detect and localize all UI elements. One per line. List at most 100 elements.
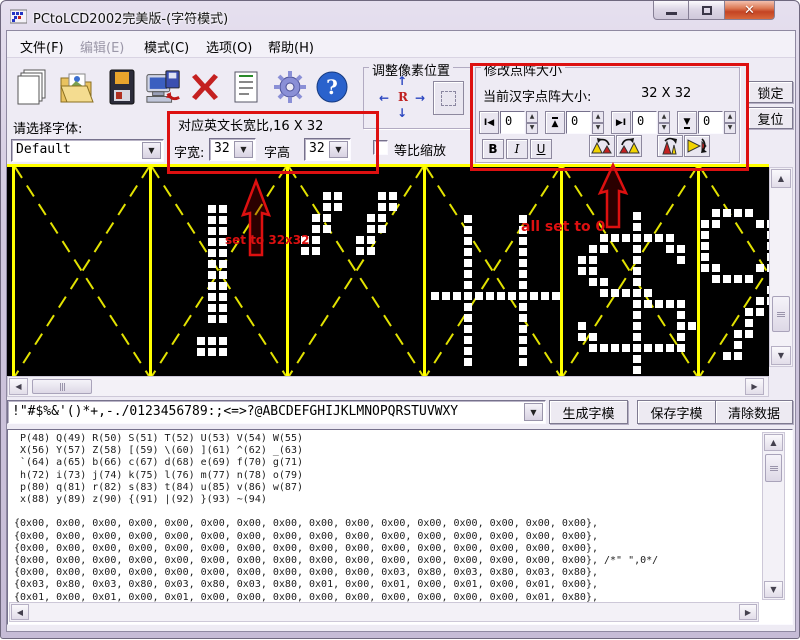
output-area[interactable]: P(48) Q(49) R(50) S(51) T(52) U(53) V(54… bbox=[7, 429, 793, 625]
delete-button[interactable] bbox=[186, 65, 224, 109]
scroll-left-button[interactable]: ◀ bbox=[9, 378, 28, 395]
font-select-value: Default bbox=[16, 142, 71, 157]
flip-horizontal-icon bbox=[686, 137, 708, 155]
output-hscrollbar[interactable]: ◀ ▶ bbox=[9, 602, 759, 622]
rotate-right-button[interactable] bbox=[616, 135, 642, 157]
preview-hscroll-thumb[interactable] bbox=[32, 379, 92, 394]
minimize-icon bbox=[666, 12, 677, 15]
matrix-current-value: 32 X 32 bbox=[641, 86, 691, 101]
flip-vertical-button[interactable] bbox=[657, 135, 683, 157]
scroll-down-button[interactable]: ▼ bbox=[764, 581, 783, 598]
save-font-button[interactable]: 保存字模 bbox=[637, 400, 716, 424]
char-width-combo[interactable]: 32 ▼ bbox=[209, 138, 256, 161]
help-button[interactable]: ? bbox=[313, 65, 351, 109]
pad-right-icon: ▶I bbox=[616, 118, 626, 128]
output-text: P(48) Q(49) R(50) S(51) T(52) U(53) V(54… bbox=[8, 430, 792, 604]
italic-label: I bbox=[515, 142, 520, 156]
pad-right-field[interactable]: 0 bbox=[632, 111, 657, 134]
pad-top-spinner[interactable]: ▲▼ bbox=[592, 111, 604, 134]
chevron-down-icon[interactable]: ▼ bbox=[524, 403, 543, 421]
menu-edit[interactable]: 编辑(E) bbox=[77, 36, 127, 57]
scroll-up-button[interactable]: ▲ bbox=[771, 169, 791, 188]
generate-button[interactable]: 生成字模 bbox=[549, 400, 628, 424]
chevron-down-icon[interactable]: ▼ bbox=[329, 141, 348, 158]
settings-button[interactable] bbox=[271, 65, 309, 109]
preview-hscrollbar[interactable]: ◀ ▶ bbox=[7, 376, 769, 397]
italic-button[interactable]: I bbox=[506, 139, 528, 159]
rotate-left-icon bbox=[591, 137, 613, 155]
output-vscroll-thumb[interactable] bbox=[765, 454, 782, 482]
bold-button[interactable]: B bbox=[482, 139, 504, 159]
chevron-down-icon[interactable]: ▼ bbox=[142, 142, 161, 159]
pad-left-button[interactable]: I◀ bbox=[479, 111, 499, 134]
pad-left-field[interactable]: 0 bbox=[500, 111, 525, 134]
maximize-button[interactable] bbox=[689, 1, 725, 20]
menu-file[interactable]: 文件(F) bbox=[17, 36, 67, 57]
scale-checkbox-label: 等比缩放 bbox=[394, 140, 446, 159]
preview-canvas[interactable] bbox=[7, 164, 769, 376]
pad-right-button[interactable]: ▶I bbox=[611, 111, 631, 134]
clear-data-button[interactable]: 清除数据 bbox=[715, 400, 793, 424]
lock-button[interactable]: 锁定 bbox=[748, 81, 793, 103]
generate-button-label: 生成字模 bbox=[562, 403, 614, 422]
pad-top-button[interactable]: ▲ bbox=[545, 111, 565, 134]
char-height-value: 32 bbox=[309, 141, 325, 156]
pad-left-spinner[interactable]: ▲▼ bbox=[526, 111, 538, 134]
pad-bottom-button[interactable]: ▼ bbox=[677, 111, 697, 134]
arrow-down-icon[interactable]: ↓ bbox=[397, 107, 407, 119]
ratio-title: 对应英文长宽比,16 X 32 bbox=[178, 115, 323, 134]
app-icon bbox=[10, 8, 27, 24]
chevron-down-icon[interactable]: ▼ bbox=[234, 141, 253, 158]
matrix-current-label: 当前汉字点阵大小: bbox=[483, 86, 591, 105]
save-font-button-label: 保存字模 bbox=[650, 403, 702, 422]
scale-checkbox[interactable] bbox=[373, 140, 388, 155]
title-bar[interactable]: PCtoLCD2002完美版-(字符模式) ✕ bbox=[1, 1, 799, 31]
charset-combo[interactable]: !"#$%&'()*+,-./0123456789:;<=>?@ABCDEFGH… bbox=[7, 400, 546, 424]
gear-icon bbox=[272, 69, 308, 105]
output-vscrollbar[interactable]: ▲ ▼ bbox=[762, 432, 785, 600]
menu-mode[interactable]: 模式(C) bbox=[141, 36, 192, 57]
preview-vscroll-thumb[interactable] bbox=[772, 296, 790, 332]
scroll-right-button[interactable]: ▶ bbox=[739, 604, 757, 620]
arrow-up-icon[interactable]: ↑ bbox=[397, 75, 407, 87]
open-folder-icon bbox=[59, 68, 95, 106]
pad-top-field[interactable]: 0 bbox=[566, 111, 591, 134]
pixel-center-reset[interactable]: R bbox=[398, 91, 408, 103]
font-select-combo[interactable]: Default ▼ bbox=[11, 139, 164, 162]
pad-bottom-spinner[interactable]: ▲▼ bbox=[724, 111, 736, 134]
scroll-up-button[interactable]: ▲ bbox=[764, 434, 783, 451]
pad-right-spinner[interactable]: ▲▼ bbox=[658, 111, 670, 134]
close-icon: ✕ bbox=[744, 4, 755, 17]
new-file-icon bbox=[15, 68, 49, 106]
export-image-button[interactable] bbox=[145, 65, 183, 109]
rotate-left-button[interactable] bbox=[589, 135, 615, 157]
close-button[interactable]: ✕ bbox=[725, 1, 775, 20]
char-width-label: 字宽: bbox=[174, 142, 204, 161]
menu-options[interactable]: 选项(O) bbox=[203, 36, 255, 57]
menu-help[interactable]: 帮助(H) bbox=[265, 36, 317, 57]
scroll-down-button[interactable]: ▼ bbox=[771, 346, 791, 365]
matrix-group-title: 修改点阵大小 bbox=[481, 60, 565, 79]
lock-button-label: 锁定 bbox=[757, 83, 783, 102]
minimize-button[interactable] bbox=[653, 1, 689, 20]
scroll-left-button[interactable]: ◀ bbox=[11, 604, 29, 620]
reset-button[interactable]: 复位 bbox=[748, 107, 793, 129]
charset-value: !"#$%&'()*+,-./0123456789:;<=>?@ABCDEFGH… bbox=[12, 404, 521, 419]
flip-horizontal-button[interactable] bbox=[684, 135, 710, 157]
underline-button[interactable]: U bbox=[530, 139, 552, 159]
center-pixels-button[interactable] bbox=[433, 81, 464, 115]
char-height-combo[interactable]: 32 ▼ bbox=[304, 138, 351, 161]
scroll-right-button[interactable]: ▶ bbox=[745, 378, 764, 395]
open-file-button[interactable] bbox=[58, 65, 96, 109]
new-file-button[interactable] bbox=[13, 65, 51, 109]
arrow-right-icon[interactable]: → bbox=[415, 92, 425, 104]
pad-bottom-field[interactable]: 0 bbox=[698, 111, 723, 134]
preview-vscrollbar[interactable]: ▲ ▼ bbox=[769, 167, 793, 367]
window-title: PCtoLCD2002完美版-(字符模式) bbox=[33, 8, 228, 27]
pixel-position-title: 调整像素位置 bbox=[369, 60, 453, 79]
view-code-button[interactable] bbox=[227, 65, 265, 109]
help-icon: ? bbox=[314, 69, 350, 105]
save-button[interactable] bbox=[103, 65, 141, 109]
arrow-left-icon[interactable]: ← bbox=[379, 92, 389, 104]
app-window: PCtoLCD2002完美版-(字符模式) ✕ 文件(F) 编辑(E) 模式(C… bbox=[0, 0, 800, 639]
